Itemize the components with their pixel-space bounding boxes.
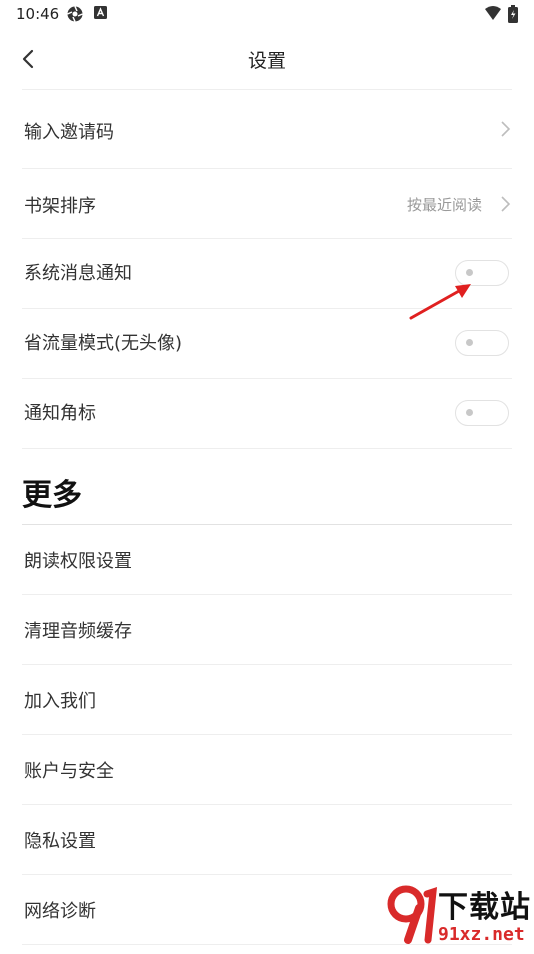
row-label: 系统消息通知 xyxy=(24,263,132,284)
badge-toggle[interactable] xyxy=(455,400,509,426)
row-label: 通知角标 xyxy=(24,403,96,424)
more-item-join-us[interactable]: 加入我们 xyxy=(0,665,534,734)
more-item-privacy[interactable]: 隐私设置 xyxy=(0,805,534,874)
watermark-logo: 下载站 91xz.net xyxy=(386,880,534,950)
watermark-domain: 91xz.net xyxy=(438,924,525,945)
more-item-clear-audio-cache[interactable]: 清理音频缓存 xyxy=(0,595,534,664)
page-title: 设置 xyxy=(247,50,286,72)
app-notification-icon xyxy=(66,5,84,27)
data-saver-toggle[interactable] xyxy=(455,330,509,356)
section-title-more: 更多 xyxy=(22,478,82,513)
more-item-account-security[interactable]: 账户与安全 xyxy=(0,735,534,804)
nav-bar: 设置 xyxy=(0,30,534,86)
toggle-knob xyxy=(466,409,473,416)
shelf-sort-value: 按最近阅读 xyxy=(406,196,482,214)
toggle-knob xyxy=(466,269,473,276)
status-time: 10:46 xyxy=(16,5,60,23)
divider xyxy=(22,448,512,449)
row-label: 书架排序 xyxy=(24,196,96,217)
status-bar: 10:46 xyxy=(0,0,534,28)
row-label: 清理音频缓存 xyxy=(24,621,132,642)
row-label: 朗读权限设置 xyxy=(24,551,132,572)
keyboard-notification-icon xyxy=(94,5,108,25)
row-label: 输入邀请码 xyxy=(24,122,114,143)
watermark-text: 下载站 xyxy=(438,890,531,925)
chevron-right-icon xyxy=(498,195,512,213)
battery-icon xyxy=(508,5,518,27)
row-label: 账户与安全 xyxy=(24,761,114,782)
row-label: 加入我们 xyxy=(24,691,96,712)
toggle-knob xyxy=(466,339,473,346)
more-item-read-permission[interactable]: 朗读权限设置 xyxy=(0,525,534,594)
settings-row-badge: 通知角标 xyxy=(0,379,534,448)
wifi-icon xyxy=(484,5,502,25)
row-label: 省流量模式(无头像) xyxy=(24,333,183,354)
row-label: 网络诊断 xyxy=(24,901,96,922)
row-label: 隐私设置 xyxy=(24,831,96,852)
chevron-right-icon xyxy=(498,120,512,138)
annotation-arrow-icon xyxy=(409,284,471,320)
settings-row-invite-code[interactable]: 输入邀请码 xyxy=(0,90,534,168)
settings-row-shelf-sort[interactable]: 书架排序 按最近阅读 xyxy=(0,169,534,238)
